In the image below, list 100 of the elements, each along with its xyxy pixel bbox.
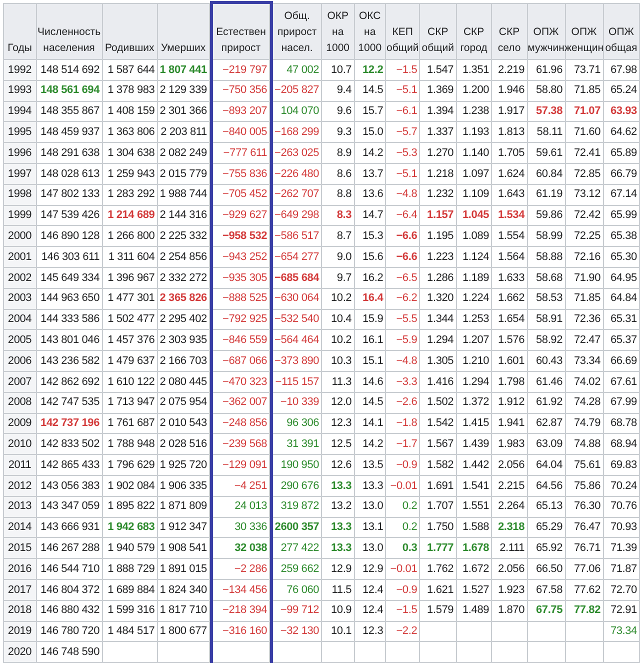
table-cell: 1.946 xyxy=(492,80,528,102)
table-cell: −6.6 xyxy=(386,247,420,268)
year-cell: 2008 xyxy=(4,392,37,414)
table-cell: 2 129 339 xyxy=(158,80,210,102)
table-cell: 76.47 xyxy=(566,518,604,538)
table-cell: 1.045 xyxy=(456,206,492,226)
table-cell: 9.7 xyxy=(322,268,355,289)
table-cell: 13.5 xyxy=(354,455,386,476)
table-cell: −687 066 xyxy=(212,351,270,372)
table-cell: 1.662 xyxy=(492,288,528,310)
table-cell: 71.85 xyxy=(566,288,604,310)
table-cell: 65.92 xyxy=(528,538,566,560)
year-cell: 2001 xyxy=(4,247,37,268)
column-header: СКР село xyxy=(492,4,528,60)
table-cell: 77.06 xyxy=(566,559,604,580)
table-cell: 65.31 xyxy=(604,310,640,330)
table-cell: 10.4 xyxy=(322,310,355,330)
table-cell: 0.2 xyxy=(386,518,420,538)
table-cell: 2600 357 xyxy=(273,518,322,538)
table-cell: 8.6 xyxy=(322,164,355,185)
table-cell: 12.9 xyxy=(354,559,386,580)
year-cell: 2012 xyxy=(4,476,37,497)
table-cell: −5.3 xyxy=(386,143,420,164)
table-cell: 73.34 xyxy=(604,622,640,642)
table-cell: 143 666 931 xyxy=(36,518,103,538)
table-cell: 14.5 xyxy=(354,80,386,102)
table-cell: 2 225 332 xyxy=(158,226,210,248)
table-cell: 1 925 720 xyxy=(158,455,210,476)
table-cell: 0.2 xyxy=(386,496,420,518)
table-cell: 60.43 xyxy=(528,351,566,372)
column-header: Родивших xyxy=(102,4,158,60)
table-cell: −470 323 xyxy=(212,372,270,393)
table-cell: 146 880 432 xyxy=(36,600,103,622)
table-cell: 1 800 677 xyxy=(158,622,210,642)
table-cell: 74.28 xyxy=(566,392,604,414)
table-cell: 72.85 xyxy=(566,164,604,185)
table-cell: 259 662 xyxy=(273,559,322,580)
table-cell: 1 363 806 xyxy=(102,122,158,144)
column-header: Естествен прирост xyxy=(212,4,270,60)
table-cell: 71.87 xyxy=(604,559,640,580)
table-cell: 1.140 xyxy=(456,143,492,164)
table-cell: 1.218 xyxy=(420,164,457,185)
table-cell: 142 833 502 xyxy=(36,434,103,456)
table-cell: 1 484 517 xyxy=(102,622,158,642)
table-cell: 65.99 xyxy=(604,206,640,226)
table-cell: 69.83 xyxy=(604,455,640,476)
table-cell: −586 517 xyxy=(273,226,322,248)
year-cell: 1998 xyxy=(4,184,37,206)
table-cell: 14.2 xyxy=(354,143,386,164)
table-cell: 1.286 xyxy=(420,268,457,289)
table-cell: 1 906 335 xyxy=(158,476,210,497)
table-cell: 2.318 xyxy=(492,518,528,538)
table-cell: 67.98 xyxy=(604,60,640,81)
table-cell: 14.7 xyxy=(354,206,386,226)
table-cell: 1 259 943 xyxy=(102,164,158,185)
table-cell: −6.1 xyxy=(386,102,420,122)
year-cell: 2017 xyxy=(4,580,37,601)
table-cell: −755 836 xyxy=(212,164,270,185)
table-cell: 1.294 xyxy=(420,330,457,352)
table-cell: 72.36 xyxy=(566,310,604,330)
table-cell: 2 295 402 xyxy=(158,310,210,330)
table-cell: 74.88 xyxy=(566,434,604,456)
year-cell: 2010 xyxy=(4,434,37,456)
table-cell: 0.3 xyxy=(386,538,420,560)
table-cell: 15.1 xyxy=(354,351,386,372)
column-header: Умерших xyxy=(158,4,210,60)
table-cell: 13.3 xyxy=(354,476,386,497)
table-cell: 1.923 xyxy=(492,580,528,601)
table-cell: −1.8 xyxy=(386,414,420,434)
empty-cell xyxy=(492,642,528,663)
year-cell: 2013 xyxy=(4,496,37,518)
empty-cell xyxy=(420,642,457,663)
column-header: СКР общий xyxy=(420,4,457,60)
table-cell: 72.41 xyxy=(566,143,604,164)
table-cell: 61.92 xyxy=(528,392,566,414)
table-cell: 1.232 xyxy=(420,184,457,206)
year-cell: 1996 xyxy=(4,143,37,164)
table-cell: 14.5 xyxy=(354,392,386,414)
year-cell: 2003 xyxy=(4,288,37,310)
table-cell: 10.2 xyxy=(322,330,355,352)
table-cell: 30 336 xyxy=(212,518,270,538)
table-cell: −1.7 xyxy=(386,434,420,456)
table-cell: 1.157 xyxy=(420,206,457,226)
table-cell: 57.38 xyxy=(528,102,566,122)
table-cell: 13.7 xyxy=(354,164,386,185)
table-cell: −649 298 xyxy=(273,206,322,226)
table-cell: −5.7 xyxy=(386,122,420,144)
table-cell: 14.1 xyxy=(354,414,386,434)
table-cell: −316 160 xyxy=(212,622,270,642)
table-cell: 67.14 xyxy=(604,184,640,206)
year-cell: 2002 xyxy=(4,268,37,289)
year-cell: 2000 xyxy=(4,226,37,248)
table-cell: 1 713 947 xyxy=(102,392,158,414)
table-cell: 73.34 xyxy=(566,351,604,372)
table-cell: 70.76 xyxy=(604,496,640,518)
table-cell: 16.4 xyxy=(354,288,386,310)
table-cell: −6.6 xyxy=(386,226,420,248)
table-cell: 64.95 xyxy=(604,268,640,289)
table-cell: 1.633 xyxy=(492,268,528,289)
table-cell: 1.601 xyxy=(492,351,528,372)
